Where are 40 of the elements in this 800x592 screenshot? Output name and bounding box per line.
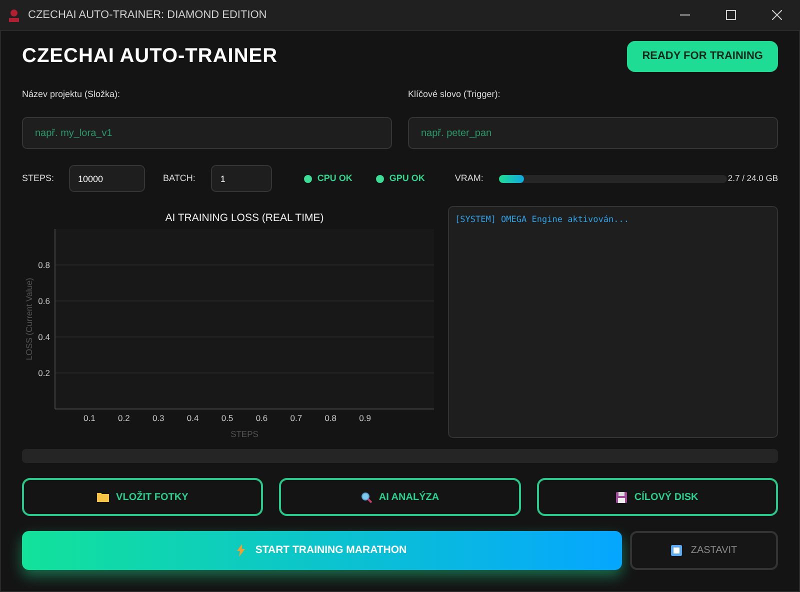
field-label: Klíčové slovo (Trigger): [408,88,502,101]
axis-tick-label: 0.6 [256,413,268,423]
status-text: CPU OK [317,172,352,185]
axis-tick-label: 0.4 [38,332,50,342]
input-field[interactable]: např. peter_pan [408,117,778,149]
axis-tick-label: 0.8 [38,260,50,270]
input-field[interactable]: např. my_lora_v1 [22,117,392,149]
axis-tick-label: 0.6 [38,296,50,306]
vram-reading: 2.7 / 24.0 GB [728,172,778,185]
field-label: BATCH: [163,172,196,185]
axis-tick-label: 0.3 [152,413,164,423]
chart-title: AI TRAINING LOSS (REAL TIME) [165,212,324,224]
action-button[interactable]: AI ANALÝZA [279,478,521,516]
axis-label: LOSS (Current Value) [24,278,34,360]
app-icon [8,8,20,22]
axis-tick-label: 0.9 [359,413,371,423]
axis-tick-label: 0.8 [324,413,337,423]
console-line: [SYSTEM] OMEGA Engine aktivován... [455,214,630,227]
axis-tick-label: 0.2 [38,368,50,378]
input-field[interactable]: 1 [211,165,272,192]
app-title: CZECHAI AUTO-TRAINER [22,44,278,70]
axis-label: STEPS [230,429,258,439]
axis-tick-label: 0.4 [186,413,199,423]
input-field[interactable]: 10000 [69,165,146,192]
folder-icon [97,492,110,502]
action-button[interactable]: VLOŽIT FOTKY [22,478,264,516]
search-icon [360,492,372,502]
action-button[interactable]: CÍLOVÝ DISK [536,478,778,516]
window-title: CZECHAI AUTO-TRAINER: DIAMOND EDITION [28,8,267,23]
axis-tick-label: 0.7 [290,413,302,423]
field-label: STEPS: [22,172,54,185]
status-text: GPU OK [389,172,425,185]
field-label: Název projektu (Složka): [22,88,122,101]
status-badge: READY FOR TRAINING [627,41,778,72]
axis-tick-label: 0.1 [84,413,96,423]
lightning-icon [237,544,246,557]
vram-label: VRAM: [454,172,484,185]
stop-icon [670,545,682,556]
axis-tick-label: 0.2 [118,413,130,423]
axis-tick-label: 0.5 [221,413,234,423]
